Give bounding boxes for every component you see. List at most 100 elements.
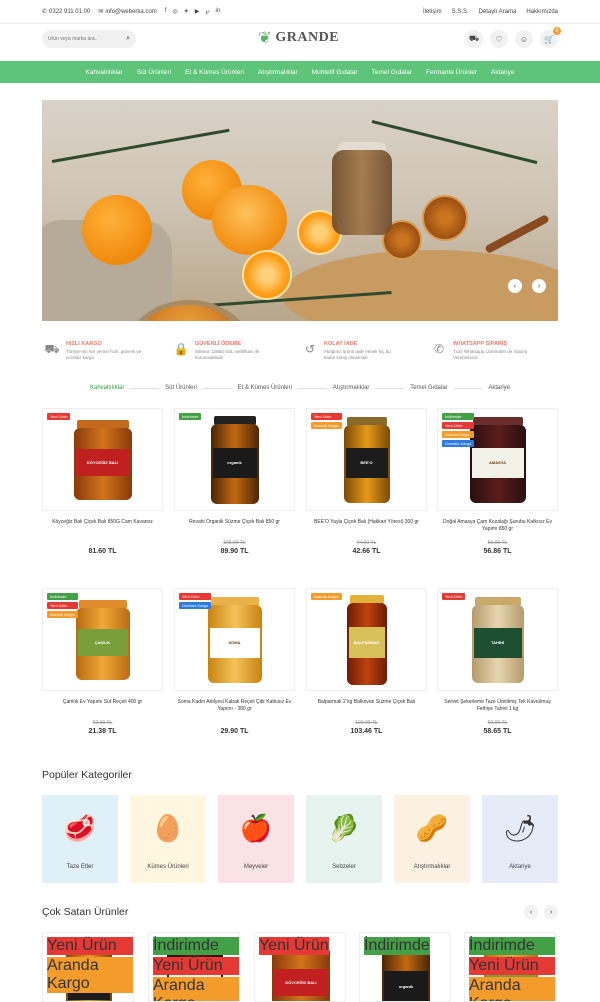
bestseller-card[interactable]: ÇAMLIK İndirimdeYeni ÜrünAranda Kargo	[464, 932, 556, 1002]
nav-item-aktariye[interactable]: Aktariye	[491, 69, 514, 76]
phone-contact[interactable]: ✆ 0322 911 01 00	[42, 8, 90, 15]
pinterest-icon[interactable]: ℘	[205, 8, 209, 15]
product-badges: İndirimde Yeni Ürün Aranda Kargo Ücretsiz K…	[442, 413, 475, 447]
instagram-icon[interactable]: ◎	[172, 8, 177, 15]
product-title[interactable]: Servet Şekerleme Taze Üretilmiş Tek Kavr…	[437, 699, 558, 715]
product-card[interactable]: BALPARMAK Aranda Kargo Balparmak 2 kg Ba…	[306, 588, 427, 735]
email-contact[interactable]: ✉ info@weberka.com	[98, 8, 156, 15]
hero-prev-arrow[interactable]: ‹	[508, 279, 522, 293]
product-image[interactable]: ÇAMLIK İndirimde Yeni Ürün Aranda Kargo	[42, 588, 163, 691]
category-snacks[interactable]: 🥜 Atıştırmalıklar	[394, 795, 470, 883]
product-title[interactable]: Revahi Organik Süzme Çiçek Balı 850 gr	[174, 519, 295, 535]
jar-label: KÖYCEĞİZ BALI	[274, 968, 328, 996]
category-fruits[interactable]: 🍎 Meyveler	[218, 795, 294, 883]
link-advanced-search[interactable]: Detaylı Arama	[479, 9, 517, 15]
tab-et-kumes[interactable]: Et & Kümes Ürünleri	[238, 385, 292, 391]
product-badge: Aranda Kargo	[47, 957, 133, 993]
linkedin-icon[interactable]: in	[216, 8, 221, 15]
nav-item-kahvaltiliklar[interactable]: Kahvaltılıklar	[86, 69, 123, 76]
product-price: 21.38 TL	[88, 728, 117, 735]
nav-item-sut-urunleri[interactable]: Süt Ürünleri	[137, 69, 171, 76]
product-price: 81.60 TL	[88, 548, 117, 555]
hero-orange-slice	[242, 250, 292, 300]
product-price: 29.90 TL	[220, 728, 249, 735]
twitter-icon[interactable]: ✦	[184, 8, 189, 15]
spices-icon: 🌶	[503, 813, 537, 843]
link-contact[interactable]: İletişim	[423, 9, 442, 15]
hero-dried-orange	[422, 195, 468, 241]
bestsellers-prev-arrow[interactable]: ‹	[524, 905, 538, 919]
product-jar: BALPARMAK	[346, 594, 387, 685]
tab-atistirmaliklar[interactable]: Atıştırmalıklar	[333, 385, 370, 391]
bestseller-card[interactable]: AMASYA İndirimdeYeni ÜrünAranda KargoÜcr…	[148, 932, 240, 1002]
product-badges: İndirimde Yeni Ürün Aranda Kargo	[469, 937, 555, 1001]
bestsellers-next-arrow[interactable]: ›	[544, 905, 558, 919]
tab-aktariye[interactable]: Aktariye	[488, 385, 510, 391]
search-input[interactable]	[48, 36, 120, 42]
bestseller-card[interactable]: organik İndirimde	[359, 932, 451, 1002]
product-card[interactable]: BEE'O Yeni Ürün Aranda Kargo BEE'O Yayla …	[306, 408, 427, 555]
product-title[interactable]: Köyceğiz Balı Çiçek Balı 850G Cam Kavano…	[42, 519, 163, 535]
bestseller-card[interactable]: KÖYCEĞİZ BALI Yeni Ürün	[254, 932, 346, 1002]
product-old-price	[42, 540, 163, 547]
product-badges: Aranda Kargo	[311, 593, 342, 600]
product-jar: AMASYA	[469, 416, 526, 503]
youtube-icon[interactable]: ▶	[195, 8, 200, 15]
product-badge: Ücretsiz Kargo	[442, 440, 475, 447]
product-title[interactable]: Soma Kadın Atölyesi Kabak Reçeli Çitir K…	[174, 699, 295, 715]
product-image[interactable]: TAHİNİ Yeni Ürün	[437, 588, 558, 691]
product-jar: ÇAMLIK	[75, 599, 130, 680]
link-faq[interactable]: S.S.S.	[452, 9, 469, 15]
link-about[interactable]: Hakkımızda	[526, 9, 558, 15]
product-card[interactable]: TAHİNİ Yeni Ürün Servet Şekerleme Taze Ü…	[437, 588, 558, 735]
product-badge: Aranda Kargo	[153, 977, 239, 1001]
product-image[interactable]: SOMA Yeni Ürün Ücretsiz Kargo	[174, 588, 295, 691]
category-spices[interactable]: 🌶 Aktariye	[482, 795, 558, 883]
category-label: Kümes Ürünleri	[147, 864, 189, 870]
nav-item-fermante[interactable]: Fermante Ürünler	[426, 69, 477, 76]
bestseller-card[interactable]: BEE'O Yeni ÜrünAranda Kargo	[42, 932, 134, 1002]
bestsellers-arrows: ‹ ›	[524, 905, 558, 919]
tab-sut-urunleri[interactable]: Süt Ürünleri	[165, 385, 197, 391]
product-title[interactable]: BEE'O Yayla Çiçek Balı (Hakkari Yöresi) …	[306, 519, 427, 535]
user-icon[interactable]: ☺	[515, 30, 533, 48]
category-vegetables[interactable]: 🥬 Sebzeler	[306, 795, 382, 883]
product-card[interactable]: KÖYCEĞİZ BALI Yeni Ürün Köyceğiz Balı Çi…	[42, 408, 163, 555]
hero-next-arrow[interactable]: ›	[532, 279, 546, 293]
product-image[interactable]: BALPARMAK Aranda Kargo	[306, 588, 427, 691]
tab-temel-gidalar[interactable]: Temel Gıdalar	[410, 385, 447, 391]
product-title[interactable]: Çamlık Ev Yapımı Süt Reçeli 400 gr	[42, 699, 163, 715]
meat-icon: 🥩	[63, 813, 97, 843]
heart-icon[interactable]: ♡	[490, 30, 508, 48]
product-image[interactable]: BEE'O Yeni Ürün Aranda Kargo	[306, 408, 427, 511]
product-image[interactable]: organik İndirimde	[174, 408, 295, 511]
truck-icon[interactable]: ⛟	[465, 30, 483, 48]
product-card[interactable]: AMASYA İndirimde Yeni Ürün Aranda Kargo Ücr…	[437, 408, 558, 555]
logo[interactable]: ❦ GRANDE	[258, 28, 339, 48]
search-icon[interactable]: ⌕	[126, 35, 130, 43]
product-badge: Aranda Kargo	[311, 422, 342, 429]
product-badge: Ücretsiz Kargo	[179, 602, 212, 609]
nav-item-atistirmaliklar[interactable]: Atıştırmalıklar	[258, 69, 298, 76]
product-card[interactable]: ÇAMLIK İndirimde Yeni Ürün Aranda Kargo Ça…	[42, 588, 163, 735]
category-fresh-meat[interactable]: 🥩 Taze Etler	[42, 795, 118, 883]
category-poultry[interactable]: 🥚 Kümes Ürünleri	[130, 795, 206, 883]
nav-item-et-kumes[interactable]: Et & Kümes Ürünleri	[185, 69, 244, 76]
cart-icon[interactable]: 🛒 0	[540, 27, 561, 48]
product-image[interactable]: AMASYA İndirimde Yeni Ürün Aranda Kargo Ücr…	[437, 408, 558, 511]
lock-icon: 🔒	[173, 342, 189, 356]
nav-item-muhtelif[interactable]: Muhtelif Gıdalar	[312, 69, 358, 76]
facebook-icon[interactable]: f	[165, 8, 167, 15]
product-title[interactable]: Balparmak 2 kg Balkovan Süzme Çiçek Balı	[306, 699, 427, 715]
product-badge: İndirimde	[47, 593, 78, 600]
nav-item-temel-gidalar[interactable]: Temel Gıdalar	[372, 69, 412, 76]
product-jar: BEE'O	[343, 416, 390, 503]
product-jar: organik	[210, 415, 259, 504]
tab-kahvaltiliklar[interactable]: Kahvaltılıklar	[90, 385, 124, 391]
hero-banner[interactable]: ‹ ›	[42, 100, 558, 321]
product-title[interactable]: Doğal Amasya Çam Kozalağı Şurubu Katkısı…	[437, 519, 558, 535]
product-image[interactable]: KÖYCEĞİZ BALI Yeni Ürün	[42, 408, 163, 511]
product-jar: KÖYCEĞİZ BALI	[73, 419, 132, 500]
product-card[interactable]: organik İndirimde Revahi Organik Süzme Ç…	[174, 408, 295, 555]
product-card[interactable]: SOMA Yeni Ürün Ücretsiz Kargo Soma Kadın …	[174, 588, 295, 735]
